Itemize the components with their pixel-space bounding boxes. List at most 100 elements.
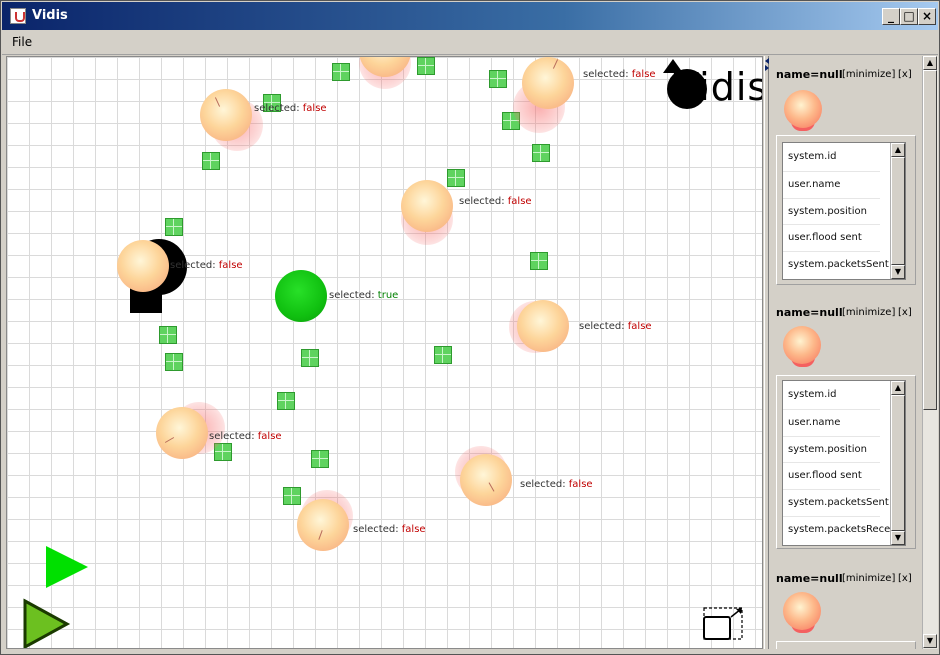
node-label: selected: false: [209, 431, 282, 442]
graph-canvas[interactable]: selected: false selected: false selected…: [6, 56, 763, 649]
node-label: selected: false: [170, 260, 243, 271]
menu-file[interactable]: File: [12, 35, 32, 49]
splitter-left-arrow[interactable]: [765, 58, 769, 64]
divider: [783, 224, 880, 225]
scroll-up-icon[interactable]: ▲: [923, 56, 937, 70]
property-item[interactable]: user.flood sent: [788, 470, 862, 481]
property-item[interactable]: system.position: [788, 444, 867, 455]
minimize-button[interactable]: [minimize]: [842, 573, 895, 584]
scroll-down-icon[interactable]: ▼: [923, 634, 937, 648]
property-item[interactable]: system.id: [788, 389, 836, 400]
divider: [783, 462, 880, 463]
scroll-thumb[interactable]: [891, 157, 905, 265]
packet[interactable]: [417, 57, 435, 75]
property-item[interactable]: system.id: [788, 151, 836, 162]
scroll-up-icon[interactable]: ▲: [891, 143, 905, 157]
panel-body: [776, 641, 916, 649]
java-app-icon: [10, 8, 26, 24]
node-preview: [783, 326, 821, 364]
network-node[interactable]: [517, 300, 569, 352]
properties-list[interactable]: system.id user.name system.position user…: [782, 142, 906, 280]
packet[interactable]: [447, 169, 465, 187]
close-button[interactable]: [x]: [898, 307, 912, 318]
application-window: Vidis _ □ × File selected: false selecte…: [0, 0, 940, 655]
divider: [783, 409, 880, 410]
properties-list[interactable]: system.id user.name system.position user…: [782, 380, 906, 546]
node-label: selected: false: [579, 321, 652, 332]
divider: [783, 171, 880, 172]
title-bar[interactable]: Vidis _ □ ×: [2, 2, 938, 30]
node-panel: name=null [minimize] [x] system.id user.…: [770, 56, 917, 291]
network-node[interactable]: [297, 499, 349, 551]
network-node[interactable]: [200, 89, 252, 141]
play-large-icon[interactable]: [21, 597, 71, 649]
divider: [783, 198, 880, 199]
node-label: selected: false: [353, 524, 426, 535]
window-title: Vidis: [32, 8, 68, 23]
network-node[interactable]: [460, 454, 512, 506]
close-button[interactable]: [x]: [898, 69, 912, 80]
scroll-down-icon[interactable]: ▼: [891, 265, 905, 279]
scroll-thumb[interactable]: [923, 70, 937, 410]
network-node[interactable]: [156, 407, 208, 459]
property-item[interactable]: system.packetsSent: [788, 259, 889, 270]
selected-network-node[interactable]: [275, 270, 327, 322]
packet[interactable]: [532, 144, 550, 162]
node-panel: name=null [minimize] [x] system.id user.…: [770, 294, 917, 554]
maximize-icon[interactable]: □: [900, 8, 918, 25]
packet[interactable]: [301, 349, 319, 367]
node-label: selected: false: [459, 196, 532, 207]
packet[interactable]: [159, 326, 177, 344]
packet[interactable]: [165, 218, 183, 236]
minimize-icon[interactable]: _: [882, 8, 900, 25]
close-button[interactable]: [x]: [898, 573, 912, 584]
packet[interactable]: [311, 450, 329, 468]
property-item[interactable]: system.position: [788, 206, 867, 217]
packet[interactable]: [530, 252, 548, 270]
close-icon[interactable]: ×: [918, 8, 936, 25]
scroll-up-icon[interactable]: ▲: [891, 381, 905, 395]
logo-text: Vidis: [673, 65, 763, 109]
node-label: selected: false: [520, 479, 593, 490]
panel-splitter[interactable]: [764, 56, 769, 649]
splitter-right-arrow[interactable]: [765, 65, 769, 71]
list-scrollbar[interactable]: ▲ ▼: [890, 143, 905, 279]
divider: [783, 516, 880, 517]
play-icon[interactable]: [46, 546, 88, 588]
vidis-logo: Vidis: [659, 59, 763, 111]
property-item[interactable]: user.name: [788, 179, 840, 190]
minimize-button[interactable]: [minimize]: [842, 307, 895, 318]
node-label: selected: false: [254, 103, 327, 114]
node-panel: name=null [minimize] [x]: [770, 560, 917, 649]
divider: [783, 251, 880, 252]
packet[interactable]: [202, 152, 220, 170]
fullscreen-icon[interactable]: [703, 607, 745, 641]
packet[interactable]: [434, 346, 452, 364]
packet[interactable]: [283, 487, 301, 505]
packet[interactable]: [165, 353, 183, 371]
node-preview: [783, 592, 821, 630]
network-node[interactable]: [117, 240, 169, 292]
network-node[interactable]: [522, 57, 574, 109]
property-item[interactable]: system.packetsSent: [788, 497, 889, 508]
panel-title: name=null: [776, 572, 843, 585]
packet[interactable]: [332, 63, 350, 81]
property-item[interactable]: user.flood sent: [788, 232, 862, 243]
packet[interactable]: [277, 392, 295, 410]
packet[interactable]: [489, 70, 507, 88]
scroll-thumb[interactable]: [891, 395, 905, 531]
list-scrollbar[interactable]: ▲ ▼: [890, 381, 905, 545]
panel-title: name=null: [776, 68, 843, 81]
divider: [783, 436, 880, 437]
minimize-button[interactable]: [minimize]: [842, 69, 895, 80]
node-preview: [784, 90, 822, 128]
panel-title: name=null: [776, 306, 843, 319]
network-node[interactable]: [401, 180, 453, 232]
divider: [783, 489, 880, 490]
property-item[interactable]: system.packetsReceiv: [788, 524, 899, 535]
menu-bar: File: [2, 31, 938, 55]
property-item[interactable]: user.name: [788, 417, 840, 428]
properties-sidebar: name=null [minimize] [x] system.id user.…: [770, 56, 922, 649]
scroll-down-icon[interactable]: ▼: [891, 531, 905, 545]
sidebar-scrollbar[interactable]: ▲ ▼: [922, 56, 938, 649]
